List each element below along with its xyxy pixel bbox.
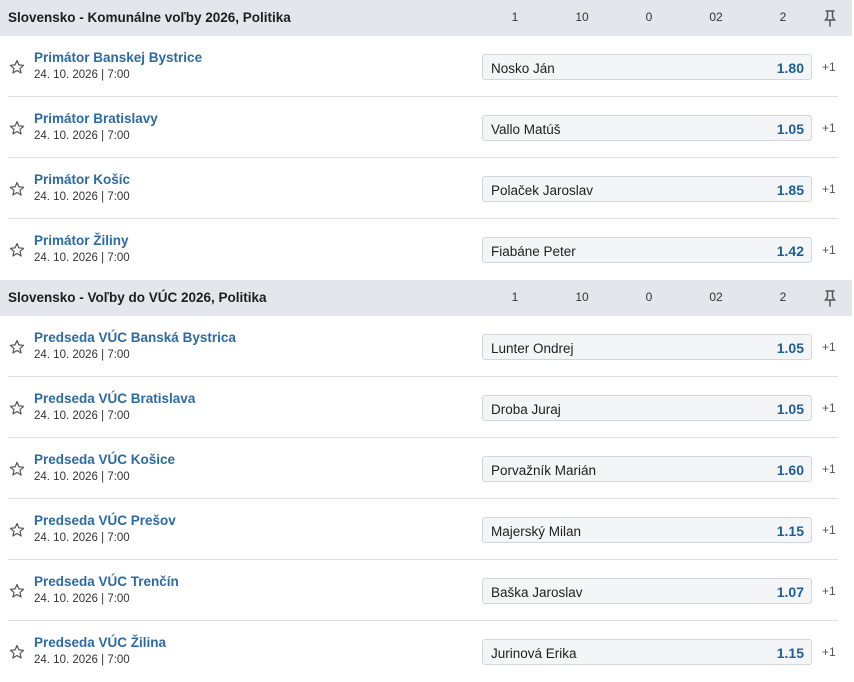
event-date: 24. 10. 2026 | 7:00 [34,410,130,422]
selection-name: Jurinová Erika [491,646,577,661]
section-title: Slovensko - Komunálne voľby 2026, Politi… [8,10,291,25]
market-column-label: 10 [575,10,589,24]
odds-button[interactable]: Baška Jaroslav 1.07 [482,578,812,604]
event-row: Primátor Bratislavy 24. 10. 2026 | 7:00 … [0,97,852,158]
selection-name: Droba Juraj [491,402,561,417]
event-date: 24. 10. 2026 | 7:00 [34,252,130,264]
odds-button[interactable]: Nosko Ján 1.80 [482,54,812,80]
odds-value: 1.42 [776,243,804,259]
event-date: 24. 10. 2026 | 7:00 [34,349,130,361]
more-markets-link[interactable]: +1 [822,60,836,74]
event-name-link[interactable]: Predseda VÚC Žilina [34,635,166,650]
odds-button[interactable]: Majerský Milan 1.15 [482,517,812,543]
event-date: 24. 10. 2026 | 7:00 [34,130,130,142]
star-icon[interactable] [9,583,25,599]
selection-name: Lunter Ondrej [491,341,574,356]
event-row: Primátor Žiliny 24. 10. 2026 | 7:00 Fiab… [0,219,852,280]
event-row: Predseda VÚC Banská Bystrica 24. 10. 202… [0,316,852,377]
odds-value: 1.80 [776,60,804,76]
event-name-link[interactable]: Primátor Žiliny [34,233,129,248]
event-name-link[interactable]: Predseda VÚC Bratislava [34,391,195,406]
odds-button[interactable]: Jurinová Erika 1.15 [482,639,812,665]
event-date: 24. 10. 2026 | 7:00 [34,191,130,203]
event-date: 24. 10. 2026 | 7:00 [34,532,130,544]
section-header: Slovensko - Voľby do VÚC 2026, Politika 1… [0,280,852,316]
market-column-label: 2 [779,290,787,304]
event-row: Predseda VÚC Prešov 24. 10. 2026 | 7:00 … [0,499,852,560]
events-list: Slovensko - Komunálne voľby 2026, Politi… [0,0,854,682]
selection-name: Nosko Ján [491,61,555,76]
event-row: Predseda VÚC Košice 24. 10. 2026 | 7:00 … [0,438,852,499]
event-row: Primátor Banskej Bystrice 24. 10. 2026 |… [0,36,852,97]
star-icon[interactable] [9,461,25,477]
event-name-link[interactable]: Predseda VÚC Košice [34,452,175,467]
more-markets-link[interactable]: +1 [822,340,836,354]
selection-name: Majerský Milan [491,524,582,539]
star-icon[interactable] [9,644,25,660]
odds-value: 1.15 [776,645,804,661]
odds-button[interactable]: Lunter Ondrej 1.05 [482,334,812,360]
event-date: 24. 10. 2026 | 7:00 [34,654,130,666]
odds-value: 1.85 [776,182,804,198]
event-date: 24. 10. 2026 | 7:00 [34,471,130,483]
event-row: Primátor Košíc 24. 10. 2026 | 7:00 Polač… [0,158,852,219]
odds-value: 1.05 [776,121,804,137]
market-column-label: 1 [511,290,519,304]
more-markets-link[interactable]: +1 [822,401,836,415]
star-icon[interactable] [9,181,25,197]
more-markets-link[interactable]: +1 [822,584,836,598]
event-name-link[interactable]: Primátor Bratislavy [34,111,158,126]
odds-button[interactable]: Vallo Matúš 1.05 [482,115,812,141]
odds-button[interactable]: Polaček Jaroslav 1.85 [482,176,812,202]
more-markets-link[interactable]: +1 [822,182,836,196]
event-name-link[interactable]: Primátor Košíc [34,172,130,187]
event-name-link[interactable]: Primátor Banskej Bystrice [34,50,202,65]
selection-name: Vallo Matúš [491,122,561,137]
market-column-label: 10 [575,290,589,304]
market-column-label: 0 [645,290,653,304]
event-name-link[interactable]: Predseda VÚC Prešov [34,513,176,528]
more-markets-link[interactable]: +1 [822,243,836,257]
more-markets-link[interactable]: +1 [822,462,836,476]
odds-button[interactable]: Porvažník Marián 1.60 [482,456,812,482]
event-name-link[interactable]: Predseda VÚC Banská Bystrica [34,330,236,345]
star-icon[interactable] [9,242,25,258]
market-column-label: 2 [779,10,787,24]
more-markets-link[interactable]: +1 [822,523,836,537]
event-name-link[interactable]: Predseda VÚC Trenčín [34,574,179,589]
odds-value: 1.05 [776,340,804,356]
star-icon[interactable] [9,120,25,136]
star-icon[interactable] [9,522,25,538]
pin-icon[interactable] [823,9,837,27]
more-markets-link[interactable]: +1 [822,121,836,135]
more-markets-link[interactable]: +1 [822,645,836,659]
odds-value: 1.07 [776,584,804,600]
selection-name: Porvažník Marián [491,463,597,478]
event-date: 24. 10. 2026 | 7:00 [34,69,130,81]
selection-name: Polaček Jaroslav [491,183,594,198]
section-header: Slovensko - Komunálne voľby 2026, Politi… [0,0,852,36]
odds-value: 1.60 [776,462,804,478]
star-icon[interactable] [9,59,25,75]
odds-value: 1.15 [776,523,804,539]
pin-icon[interactable] [823,289,837,307]
odds-button[interactable]: Droba Juraj 1.05 [482,395,812,421]
odds-button[interactable]: Fiabáne Peter 1.42 [482,237,812,263]
star-icon[interactable] [9,339,25,355]
event-row: Predseda VÚC Bratislava 24. 10. 2026 | 7… [0,377,852,438]
market-column-label: 02 [709,10,723,24]
selection-name: Baška Jaroslav [491,585,583,600]
section-title: Slovensko - Voľby do VÚC 2026, Politika [8,290,267,305]
event-date: 24. 10. 2026 | 7:00 [34,593,130,605]
odds-value: 1.05 [776,401,804,417]
market-column-label: 1 [511,10,519,24]
selection-name: Fiabáne Peter [491,244,576,259]
market-column-label: 0 [645,10,653,24]
star-icon[interactable] [9,400,25,416]
event-row: Predseda VÚC Trenčín 24. 10. 2026 | 7:00… [0,560,852,621]
event-row: Predseda VÚC Žilina 24. 10. 2026 | 7:00 … [0,621,852,682]
market-column-label: 02 [709,290,723,304]
